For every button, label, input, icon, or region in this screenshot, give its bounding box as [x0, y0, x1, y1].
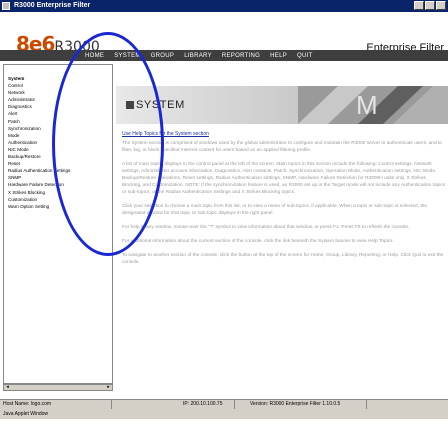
- svg-text:M: M: [356, 90, 378, 120]
- status-ip: IP: 200.10.100.75: [180, 400, 235, 409]
- nav-help[interactable]: HELP: [265, 53, 292, 59]
- status-bar: Host Name: logo.com IP: 200.10.100.75 Ve…: [0, 399, 448, 409]
- paragraph: For help in any window, mouse-over the "…: [122, 225, 410, 230]
- paragraph: A list of main topics displays in the co…: [122, 162, 446, 195]
- system-banner: M SYSTEM: [116, 86, 448, 124]
- nav-quit[interactable]: QUIT: [292, 53, 318, 59]
- paragraph: Click your selection to choose a main to…: [122, 204, 428, 216]
- window-title: R3000 Enterprise Filter: [14, 2, 91, 9]
- sidebar-horizontal-scrollbar[interactable]: ◂ ▸: [3, 384, 113, 391]
- bottom-area: [0, 419, 448, 436]
- top-navigation: HOME SYSTEM GROUP LIBRARY REPORTING HELP…: [0, 50, 448, 61]
- close-button[interactable]: [436, 1, 446, 10]
- nav-group[interactable]: GROUP: [146, 53, 180, 59]
- nav-library[interactable]: LIBRARY: [179, 53, 217, 59]
- scroll-left-arrow-icon[interactable]: ◂: [4, 385, 11, 390]
- paragraph: For additional information about the cur…: [122, 239, 394, 244]
- system-description: The System section is comprised of windo…: [122, 140, 446, 273]
- highlight-oval: [52, 32, 164, 256]
- header: 8e6R3000 Enterprise Filter: [0, 12, 448, 56]
- window-title-bar: R3000 Enterprise Filter: [0, 0, 448, 12]
- java-applet-label: Java Applet Window: [0, 409, 448, 419]
- minimize-button[interactable]: [414, 1, 424, 10]
- window-controls: [414, 1, 446, 10]
- app-icon: [2, 2, 10, 10]
- nav-reporting[interactable]: REPORTING: [217, 53, 265, 59]
- main-content: M SYSTEM Use Help Topics for the System …: [116, 64, 448, 390]
- paragraph: The System section is comprised of windo…: [122, 141, 442, 153]
- status-host: Host Name: logo.com: [0, 400, 112, 409]
- paragraph: To navigate to another section of the co…: [122, 253, 444, 265]
- status-version: Version: R3000 Enterprise Filter 1.10.0.…: [247, 400, 367, 409]
- banner-artwork: M: [298, 86, 448, 124]
- maximize-button[interactable]: [425, 1, 435, 10]
- scroll-right-arrow-icon[interactable]: ▸: [105, 385, 112, 390]
